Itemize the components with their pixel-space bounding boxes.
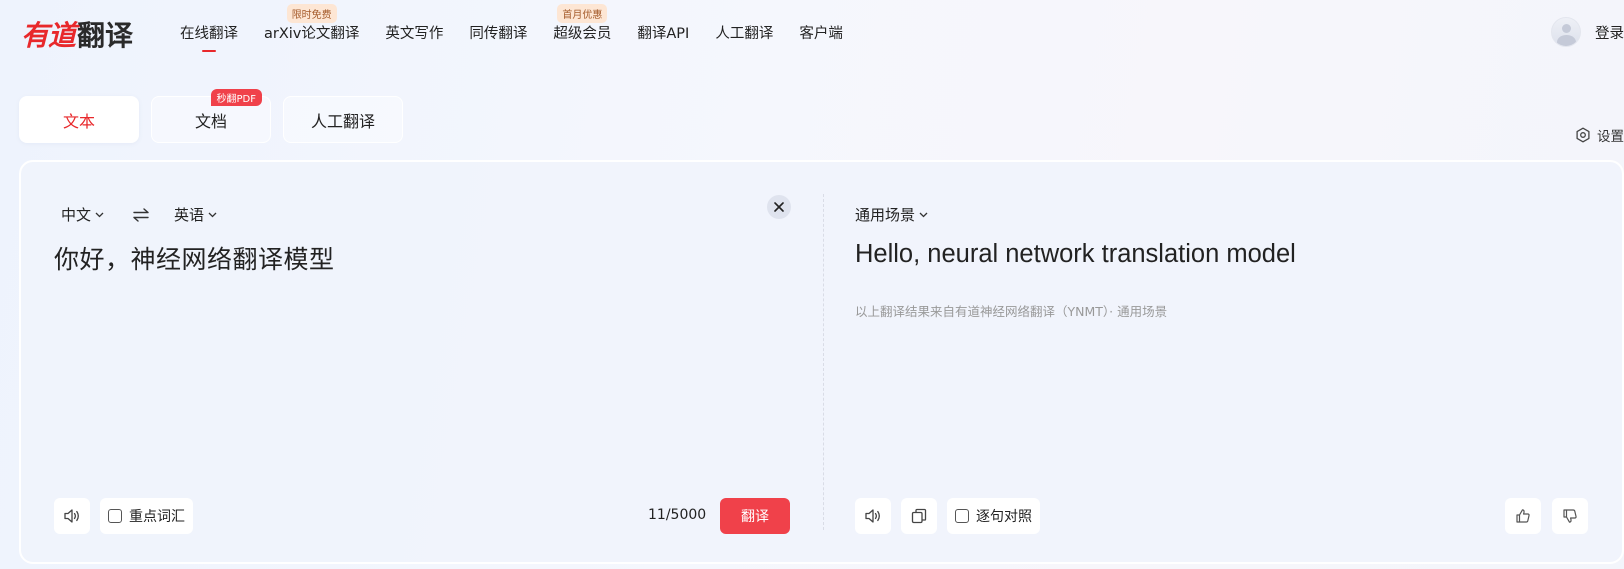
chevron-down-icon bbox=[95, 212, 104, 217]
nav-badge: 限时免费 bbox=[286, 4, 337, 23]
settings-icon bbox=[1576, 127, 1590, 143]
avatar[interactable] bbox=[1551, 17, 1581, 47]
scene-label: 通用场景 bbox=[855, 206, 916, 224]
tab-label: 人工翻译 bbox=[310, 111, 375, 131]
chevron-down-icon bbox=[208, 212, 217, 217]
nav-human-translate[interactable]: 人工翻译 bbox=[715, 22, 773, 43]
translation-result: Hello, neural network translation model bbox=[855, 240, 1296, 268]
swap-language-button[interactable] bbox=[132, 207, 150, 222]
checkbox[interactable] bbox=[955, 509, 969, 523]
logo-product: 翻译 bbox=[77, 19, 134, 52]
login-link[interactable]: 登录 bbox=[1595, 22, 1624, 43]
nav-online-translate[interactable]: 在线翻译 bbox=[180, 22, 238, 52]
logo-brand: 有道 bbox=[21, 19, 76, 52]
nav-item-label: 在线翻译 bbox=[180, 26, 238, 42]
nav-translate-api[interactable]: 翻译API bbox=[637, 22, 689, 43]
top-header: 有道 翻译 在线翻译 限时免费 arXiv论文翻译 英文写作 同传翻译 首月优惠… bbox=[0, 0, 1624, 66]
settings-button[interactable]: 设置 bbox=[1575, 125, 1624, 145]
nav-item-label: 超级会员 bbox=[553, 26, 612, 42]
nav-item-label: 同传翻译 bbox=[469, 26, 528, 42]
nav-badge: 首月优惠 bbox=[557, 4, 608, 23]
translate-panel: 中文 英语 你好，神经网络翻译模型 重点词汇 11/5000 翻译 通用场景 H… bbox=[19, 160, 1624, 564]
thumbs-up-icon bbox=[1516, 509, 1530, 523]
thumbs-down-button[interactable] bbox=[1552, 498, 1588, 534]
copy-icon bbox=[911, 508, 927, 524]
speaker-icon bbox=[64, 509, 79, 523]
thumbs-down-icon bbox=[1563, 509, 1577, 523]
scene-select[interactable]: 通用场景 bbox=[855, 204, 928, 225]
tab-label: 文本 bbox=[62, 111, 95, 131]
sentence-compare-toggle[interactable]: 逐句对照 bbox=[947, 498, 1040, 534]
youdao-logo[interactable]: 有道 翻译 bbox=[21, 16, 133, 52]
nav-client[interactable]: 客户端 bbox=[799, 22, 843, 43]
clear-input-button[interactable] bbox=[767, 195, 791, 219]
tab-label: 文档 bbox=[194, 111, 227, 131]
nav-simultaneous-translate[interactable]: 同传翻译 bbox=[469, 22, 527, 43]
target-language-label: 英语 bbox=[174, 206, 205, 224]
nav-item-label: 英文写作 bbox=[385, 26, 444, 42]
settings-label: 设置 bbox=[1597, 129, 1624, 145]
swap-arrows-icon bbox=[133, 207, 149, 222]
copy-button[interactable] bbox=[901, 498, 937, 534]
translate-button[interactable]: 翻译 bbox=[720, 498, 790, 534]
sentence-compare-label: 逐句对照 bbox=[976, 509, 1032, 525]
nav-item-label: 客户端 bbox=[799, 26, 843, 42]
source-language-label: 中文 bbox=[61, 206, 92, 224]
thumbs-up-button[interactable] bbox=[1505, 498, 1541, 534]
speaker-icon bbox=[865, 509, 880, 523]
key-vocab-label: 重点词汇 bbox=[129, 509, 185, 525]
language-bar: 中文 英语 bbox=[61, 204, 217, 225]
nav-item-label: 人工翻译 bbox=[715, 26, 774, 42]
nav-super-member[interactable]: 首月优惠 超级会员 bbox=[553, 4, 612, 43]
result-speak-button[interactable] bbox=[855, 498, 891, 534]
tab-text[interactable]: 文本 bbox=[19, 96, 139, 143]
target-language-select[interactable]: 英语 bbox=[174, 204, 217, 225]
key-vocab-toggle[interactable]: 重点词汇 bbox=[100, 498, 193, 534]
chevron-down-icon bbox=[919, 212, 928, 217]
tab-badge: 秒翻PDF bbox=[210, 89, 262, 106]
source-language-select[interactable]: 中文 bbox=[61, 204, 104, 225]
source-speak-button[interactable] bbox=[54, 498, 90, 534]
checkbox[interactable] bbox=[108, 509, 122, 523]
nav-item-label: arXiv论文翻译 bbox=[264, 26, 360, 42]
nav-english-writing[interactable]: 英文写作 bbox=[385, 22, 443, 43]
nav-arxiv-translate[interactable]: 限时免费 arXiv论文翻译 bbox=[264, 4, 360, 43]
source-text-input[interactable]: 你好，神经网络翻译模型 bbox=[54, 240, 335, 276]
main-nav: 在线翻译 限时免费 arXiv论文翻译 英文写作 同传翻译 首月优惠 超级会员 … bbox=[180, 4, 869, 52]
panel-divider bbox=[823, 194, 824, 530]
close-icon bbox=[774, 202, 784, 212]
nav-item-label: 翻译API bbox=[637, 26, 690, 42]
tab-document[interactable]: 秒翻PDF 文档 bbox=[151, 89, 271, 143]
mode-tabs: 文本 秒翻PDF 文档 人工翻译 bbox=[19, 89, 415, 143]
char-count: 11/5000 bbox=[648, 507, 707, 523]
user-area: 登录 bbox=[1551, 17, 1624, 47]
tab-human-translate[interactable]: 人工翻译 bbox=[283, 96, 403, 143]
translation-source-note: 以上翻译结果来自有道神经网络翻译（YNMT）· 通用场景 bbox=[855, 304, 1168, 319]
